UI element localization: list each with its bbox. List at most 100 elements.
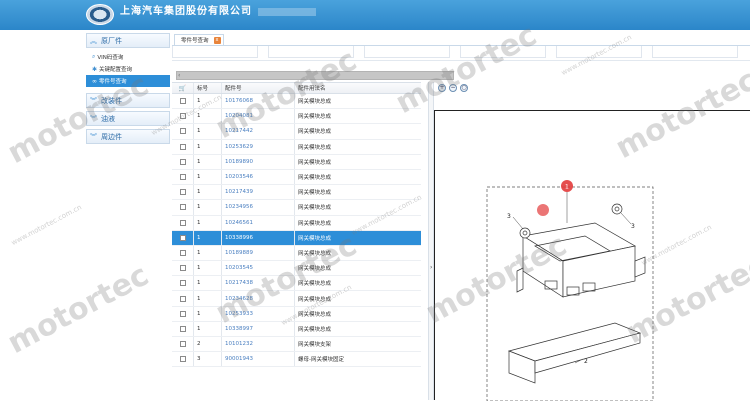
table-row[interactable]: 1 10217438 网关模块总成 <box>172 276 421 292</box>
row-checkbox[interactable] <box>179 249 186 256</box>
row-checkbox[interactable] <box>179 174 186 181</box>
filter-field[interactable] <box>268 46 354 58</box>
table-row[interactable]: 1 10338996 网关模块总成 <box>172 230 421 246</box>
row-checkbox[interactable] <box>179 310 186 317</box>
filter-field[interactable] <box>460 46 546 58</box>
filter-field[interactable] <box>172 46 258 58</box>
cell-part-no[interactable]: 10234956 <box>222 200 295 215</box>
filter-bar <box>172 46 750 61</box>
cell-index: 1 <box>194 215 222 230</box>
cell-usage: 网关模块总成 <box>298 129 332 136</box>
cell-part-no[interactable]: 10204081 <box>222 109 295 124</box>
table-row[interactable]: 1 10204081 网关模块总成 <box>172 109 421 125</box>
table-row[interactable]: 1 10176068 网关模块总成 <box>172 94 421 110</box>
row-checkbox[interactable] <box>179 356 186 363</box>
row-checkbox-cell <box>172 185 194 200</box>
table-row[interactable]: 2 10101232 网关模块支架 <box>172 337 421 353</box>
table-row[interactable]: 1 10203546 网关模块总成 <box>172 169 421 186</box>
cell-part-no[interactable]: 10203546 <box>222 169 295 185</box>
row-checkbox[interactable] <box>179 143 186 150</box>
cell-part-no[interactable]: 10234628 <box>222 291 295 306</box>
cell-index: 1 <box>194 124 222 139</box>
cell-part-no[interactable]: 10217438 <box>222 276 295 291</box>
cell-index: 1 <box>194 154 222 169</box>
sidebar-item-vin-search[interactable]: ⌕ VIN码查询 <box>86 51 170 63</box>
cell-part-no[interactable]: 10338997 <box>222 321 295 336</box>
cell-usage: 网关模块总成 <box>298 175 332 182</box>
cell-part-no[interactable]: 10189889 <box>222 245 295 261</box>
cell-part-no[interactable]: 10176068 <box>222 94 295 109</box>
cell-part-no[interactable]: 10253933 <box>222 306 295 321</box>
sidebar-item-config-search[interactable]: ✱ 关键配置查询 <box>86 63 170 75</box>
row-checkbox[interactable] <box>179 219 186 226</box>
cell-part-no[interactable]: 10217439 <box>222 185 295 200</box>
row-checkbox-cell <box>172 109 194 124</box>
zoom-reset-icon[interactable]: ○ <box>460 84 468 92</box>
cell-part-no[interactable]: 90001943 <box>222 352 295 367</box>
row-checkbox[interactable] <box>179 113 186 120</box>
row-checkbox[interactable] <box>179 204 186 211</box>
row-checkbox[interactable] <box>179 189 186 196</box>
table-row[interactable]: 1 10253933 网关模块总成 <box>172 306 421 322</box>
row-checkbox[interactable] <box>179 158 186 165</box>
sidebar-section-accessories[interactable]: ︾ 周边件 <box>86 129 170 144</box>
header-usage[interactable]: 配件用法名 <box>295 83 421 93</box>
cell-part-no[interactable]: 10246561 <box>222 215 295 230</box>
cell-part-no[interactable]: 10338996 <box>222 230 295 245</box>
diagram-canvas: 3 3 2 1 <box>486 180 654 402</box>
table-row[interactable]: 1 10234956 网关模块总成 <box>172 200 421 216</box>
row-checkbox-cell <box>172 154 194 169</box>
sidebar-section-oem-parts[interactable]: ︽ 原厂件 <box>86 33 170 48</box>
row-checkbox-cell <box>172 139 194 154</box>
cell-part-no[interactable]: 10203545 <box>222 261 295 276</box>
close-icon[interactable]: x <box>213 37 221 44</box>
cell-usage: 网关模块支架 <box>298 342 332 349</box>
header-index[interactable]: 标号 <box>194 83 222 93</box>
filter-field[interactable] <box>364 46 450 58</box>
grid-collapse-bar[interactable]: ‹ <box>176 71 454 80</box>
table-row[interactable]: 1 10217442 网关模块总成 <box>172 124 421 140</box>
table-row[interactable]: 1 10217439 网关模块总成 <box>172 185 421 201</box>
table-row[interactable]: 1 10189890 网关模块总成 <box>172 154 421 170</box>
filter-field[interactable] <box>652 46 738 58</box>
sidebar-section-fluids[interactable]: ︾ 油液 <box>86 111 170 126</box>
row-checkbox[interactable] <box>179 128 186 135</box>
row-checkbox[interactable] <box>179 280 186 287</box>
cell-index: 3 <box>194 352 222 367</box>
table-row[interactable]: 1 10253629 网关模块总成 <box>172 139 421 155</box>
table-row[interactable]: 1 10246561 网关模块总成 <box>172 215 421 231</box>
chevron-down-icon: ︾ <box>90 132 97 141</box>
cell-part-no[interactable]: 10253629 <box>222 139 295 154</box>
row-checkbox-cell <box>172 124 194 139</box>
zoom-out-icon[interactable]: − <box>449 84 457 92</box>
cell-part-no[interactable]: 10217442 <box>222 124 295 139</box>
sidebar-section-modified-parts[interactable]: ︾ 改装件 <box>86 93 170 108</box>
cell-index: 1 <box>194 94 222 109</box>
row-checkbox[interactable] <box>179 234 186 241</box>
sidebar-item-part-number-search[interactable]: ∞ 零件号查询 <box>86 75 170 87</box>
chevron-left-icon: ‹ <box>178 72 181 79</box>
hotspot-callout[interactable] <box>537 204 549 216</box>
row-checkbox-cell <box>172 94 194 109</box>
row-checkbox-cell <box>172 352 194 367</box>
row-checkbox[interactable] <box>179 98 186 105</box>
header-part-no[interactable]: 配件号 <box>222 83 295 93</box>
sidebar-section-label: 原厂件 <box>101 36 122 45</box>
row-checkbox[interactable] <box>179 295 186 302</box>
table-row[interactable]: 1 10189889 网关模块总成 <box>172 245 421 262</box>
cell-part-no[interactable]: 10101232 <box>222 337 295 352</box>
cell-part-no[interactable]: 10189890 <box>222 154 295 169</box>
diagram-toolbar: + − ○ <box>438 84 518 94</box>
table-row[interactable]: 3 90001943 螺母-网关模块固定 <box>172 352 421 368</box>
cell-index: 2 <box>194 337 222 352</box>
zoom-in-icon[interactable]: + <box>438 84 446 92</box>
table-row[interactable]: 1 10338997 网关模块总成 <box>172 321 421 337</box>
top-header-bar: 上海汽车集团股份有限公司 <box>0 0 750 30</box>
row-checkbox[interactable] <box>179 325 186 332</box>
cell-usage: 网关模块总成 <box>298 205 332 212</box>
filter-field[interactable] <box>556 46 642 58</box>
table-row[interactable]: 1 10234628 网关模块总成 <box>172 291 421 307</box>
row-checkbox[interactable] <box>179 341 186 348</box>
table-row[interactable]: 1 10203545 网关模块总成 <box>172 261 421 277</box>
row-checkbox[interactable] <box>179 265 186 272</box>
